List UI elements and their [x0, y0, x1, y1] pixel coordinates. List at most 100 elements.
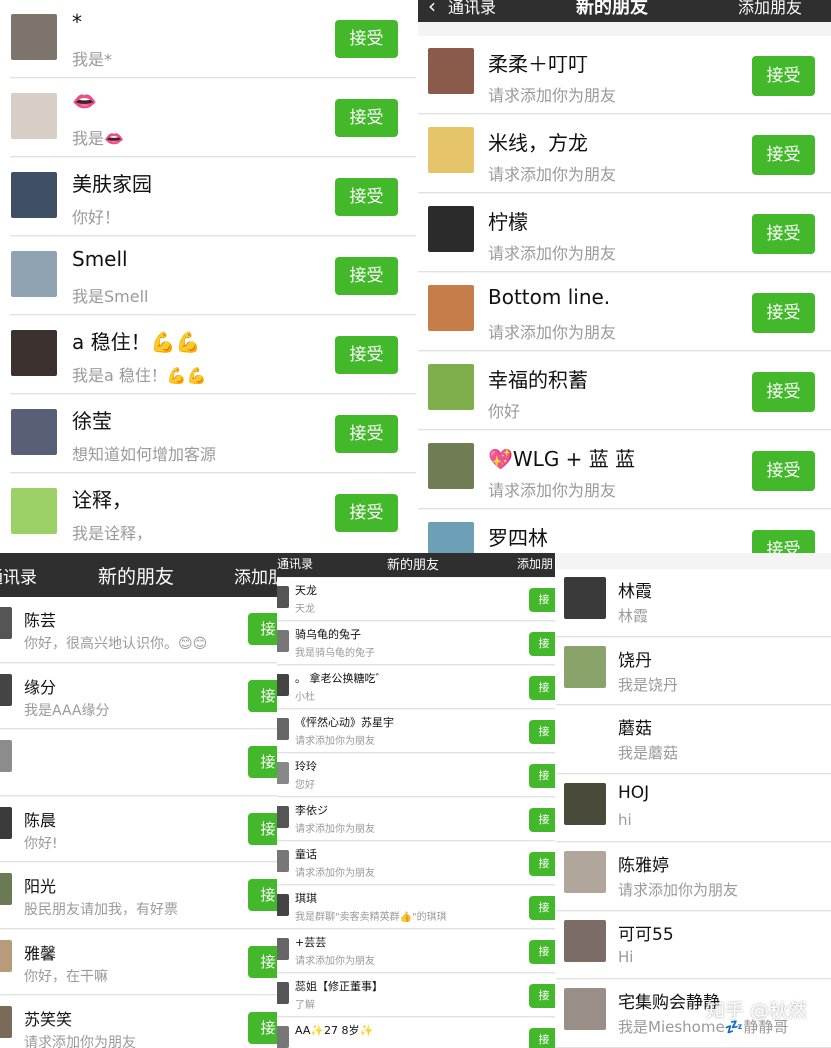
friend-request-row[interactable]: 天龙 天龙接: [277, 578, 555, 621]
friend-request-row[interactable]: 柔柔＋叮叮 请求添加你为朋友 接受: [418, 36, 831, 114]
accept-button[interactable]: 接: [248, 812, 277, 845]
accept-button[interactable]: 接受: [335, 257, 398, 295]
friend-request-row[interactable]: 可可55 Hi: [556, 911, 831, 979]
friend-request-row[interactable]: 罗四林 接受: [418, 510, 831, 553]
friend-request-row[interactable]: 米线，方龙 请求添加你为朋友 接受: [418, 115, 831, 193]
request-message: 林霞: [618, 607, 649, 625]
avatar: [277, 850, 289, 872]
accept-button[interactable]: 接受: [752, 214, 815, 254]
avatar: [428, 127, 474, 173]
back-chevron-icon[interactable]: ‹: [428, 0, 436, 18]
friend-request-row[interactable]: 骑乌龟的兔子 我是骑乌龟的兔子 接: [277, 622, 555, 665]
friend-request-row[interactable]: 李依ジ 请求添加你为朋友 接: [277, 798, 555, 841]
friend-request-row[interactable]: 。 拿老公换糖吃゛ 小杜 接: [277, 666, 555, 709]
friend-name: 米线，方龙: [488, 131, 588, 155]
request-message: 您好: [295, 780, 315, 791]
accept-button[interactable]: 接: [529, 896, 555, 920]
friend-request-row[interactable]: Bottom line. 请求添加你为朋友 接受: [418, 273, 831, 351]
avatar: [277, 806, 289, 828]
request-message: 我是AAA缘分: [24, 702, 110, 719]
friend-request-row[interactable]: AA✨27 8岁✨ 接: [277, 1018, 555, 1048]
friend-request-row[interactable]: 柠檬 请求添加你为朋友 接受: [418, 194, 831, 272]
accept-button[interactable]: 接: [529, 940, 555, 964]
friend-request-row[interactable]: 阳光 股民朋友请加我，有好票 接: [0, 863, 277, 929]
accept-button[interactable]: 接受: [335, 336, 398, 374]
friend-request-row[interactable]: 蕊姐【修正董事】 了解 接: [277, 974, 555, 1017]
avatar: [277, 938, 289, 960]
friend-request-row[interactable]: +芸芸 请求添加你为朋友 接: [277, 930, 555, 973]
accept-button[interactable]: 接: [248, 746, 277, 778]
friend-name: AA✨27 8岁✨: [295, 1024, 374, 1037]
friend-request-row[interactable]: 琪琪 我是群聊"卖客卖精英群👍"的琪琪 接: [277, 886, 555, 929]
request-message: 了解: [295, 1000, 315, 1011]
accept-button[interactable]: 接受: [752, 372, 815, 412]
add-friend-link[interactable]: 添加朋友: [738, 0, 802, 18]
friend-request-row[interactable]: 徐莹 想知道如何增加客源 接受: [10, 395, 416, 473]
page-title: 新的朋友: [576, 0, 648, 18]
accept-button[interactable]: 接: [248, 1012, 277, 1044]
friend-request-row[interactable]: 《怦然心动》苏星宇 请求添加你为朋友 接: [277, 710, 555, 753]
add-friend-link[interactable]: 添加朋: [517, 555, 553, 572]
accept-button[interactable]: 接受: [752, 293, 815, 333]
friend-request-row[interactable]: 接: [0, 730, 277, 796]
friend-request-row[interactable]: 苏笑笑 请求添加你为朋友 接: [0, 996, 277, 1048]
accept-button[interactable]: 接: [529, 632, 555, 656]
friend-request-row[interactable]: 幸福的积蓄 你好 接受: [418, 352, 831, 430]
accept-button[interactable]: 接: [529, 808, 555, 832]
friend-request-row[interactable]: * 我是* 接受: [10, 0, 416, 78]
request-message: 我是骑乌龟的兔子: [295, 648, 375, 659]
friend-request-row[interactable]: a 稳住！💪💪 我是a 稳住！💪💪 接受: [10, 316, 416, 394]
friend-request-row[interactable]: 饶丹 我是饶丹: [556, 637, 831, 705]
avatar: [0, 939, 12, 972]
back-link[interactable]: 通讯录: [277, 555, 313, 572]
accept-button[interactable]: 接受: [335, 20, 398, 58]
accept-button[interactable]: 接受: [752, 135, 815, 175]
accept-button[interactable]: 接: [248, 679, 277, 712]
avatar: [0, 740, 12, 772]
accept-button[interactable]: 接: [529, 852, 555, 876]
accept-button[interactable]: 接受: [335, 494, 398, 532]
accept-button[interactable]: 接受: [335, 415, 398, 453]
accept-button[interactable]: 接受: [752, 56, 815, 96]
back-link[interactable]: 通讯录: [448, 0, 496, 18]
panel-d-new-friends: 通讯录 新的朋友 添加朋 天龙 天龙接骑乌龟的兔子 我是骑乌龟的兔子接。 拿老公换糖…: [277, 553, 555, 1048]
friend-request-row[interactable]: 美肤家园 你好！ 接受: [10, 158, 416, 236]
accept-button[interactable]: 接: [529, 588, 555, 612]
accept-button[interactable]: 接: [248, 879, 277, 911]
friend-request-row[interactable]: HOJ hi: [556, 774, 831, 842]
accept-button[interactable]: 接受: [335, 99, 398, 137]
avatar: [428, 522, 474, 553]
friend-request-row[interactable]: 林霞 林霞: [556, 569, 831, 637]
accept-button[interactable]: 接: [529, 676, 555, 700]
friend-request-row[interactable]: 蘑菇 我是蘑菇: [556, 706, 831, 774]
avatar: [564, 988, 606, 1030]
accept-button[interactable]: 接: [529, 1028, 555, 1048]
avatar: [564, 782, 606, 825]
avatar: [11, 251, 57, 297]
avatar: [11, 488, 57, 534]
friend-request-row[interactable]: 陈雅婷 请求添加你为朋友: [556, 843, 831, 911]
friend-request-row[interactable]: 童话 请求添加你为朋友 接: [277, 842, 555, 885]
accept-button[interactable]: 接受: [752, 451, 815, 491]
friend-request-row[interactable]: 缘分我是AAA缘分 接: [0, 663, 277, 729]
accept-button[interactable]: 接: [529, 720, 555, 744]
friend-request-row[interactable]: 雅馨 你好，在干嘛 接: [0, 929, 277, 995]
friend-name: 可可55: [618, 924, 674, 945]
accept-button[interactable]: 接: [248, 945, 277, 978]
friend-request-row[interactable]: 诠释， 我是诠释， 接受: [10, 474, 416, 549]
accept-button[interactable]: 接: [529, 984, 555, 1008]
accept-button[interactable]: 接: [529, 764, 555, 788]
friend-request-row[interactable]: 玲玲 您好 接: [277, 754, 555, 797]
accept-button[interactable]: 接受: [752, 530, 815, 553]
add-friend-link[interactable]: 添加朋: [234, 563, 277, 588]
friend-name: 缘分: [24, 677, 57, 697]
friend-request-row[interactable]: 👄 我是👄 接受: [10, 79, 416, 157]
accept-button[interactable]: 接: [248, 613, 277, 645]
back-link[interactable]: 通讯录: [0, 563, 37, 588]
friend-request-row[interactable]: 陈晨 你好! 接: [0, 796, 277, 862]
request-message: 请求添加你为朋友: [488, 481, 617, 500]
friend-request-row[interactable]: Smell 我是Smell 接受: [10, 237, 416, 315]
accept-button[interactable]: 接受: [335, 178, 398, 216]
friend-request-row[interactable]: 陈芸 你好，很高兴地认识你。😊😊 接: [0, 597, 277, 663]
friend-request-row[interactable]: 💖WLG + 蓝 蓝请求添加你为朋友 接受: [418, 431, 831, 509]
